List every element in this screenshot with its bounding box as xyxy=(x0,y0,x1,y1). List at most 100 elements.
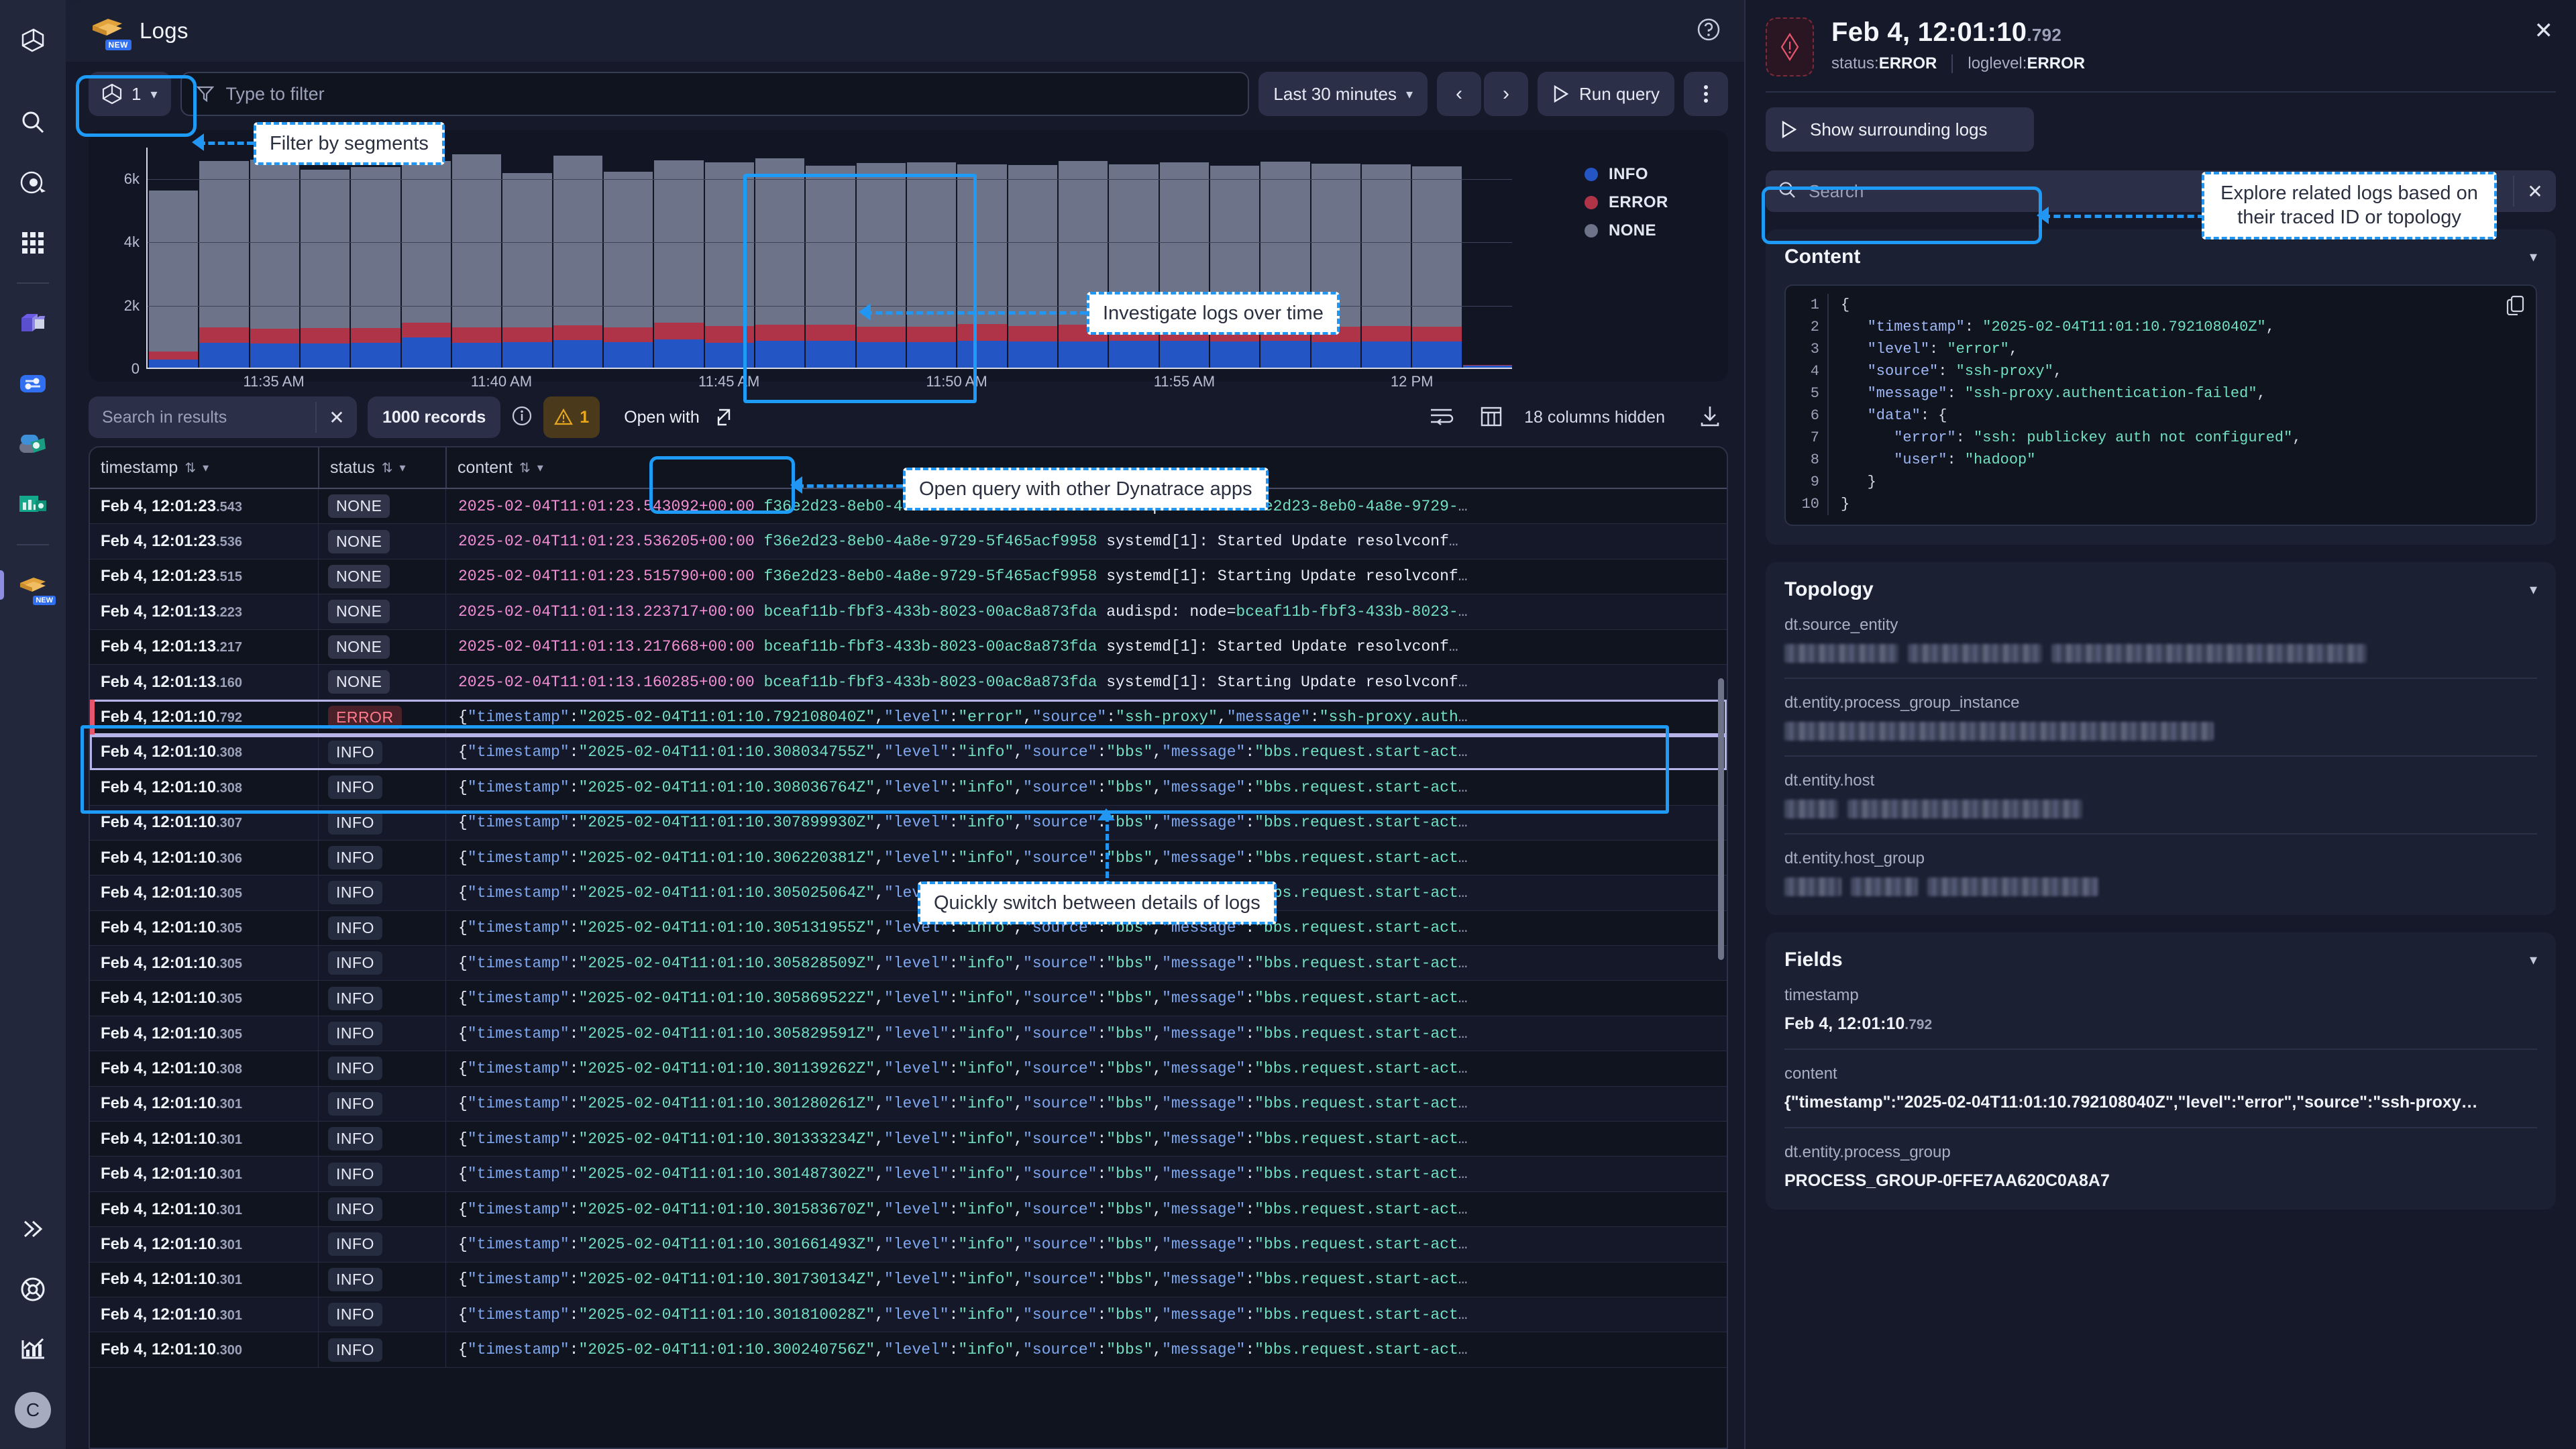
table-row[interactable]: Feb 4, 12:01:23.536 NONE 2025-02-04T11:01:… xyxy=(90,524,1727,559)
help-circle-icon[interactable] xyxy=(1696,17,1721,46)
topology-row[interactable]: dt.source_entity xyxy=(1784,601,2537,663)
table-row[interactable]: Feb 4, 12:01:23.515 NONE 2025-02-04T11:01:… xyxy=(90,559,1727,595)
table-row[interactable]: Feb 4, 12:01:10.301 INFO {"timestamp": "202… xyxy=(90,1122,1727,1157)
download-icon[interactable] xyxy=(1699,405,1721,431)
chart-bar[interactable] xyxy=(957,164,1007,368)
field-row[interactable]: dt.entity.process_group PROCESS_GROUP-0FF… xyxy=(1784,1127,2537,1191)
topology-section-header[interactable]: Topology ▾ xyxy=(1784,578,2537,601)
chart-bar[interactable] xyxy=(1109,164,1159,368)
distributed-tracing-app-icon[interactable] xyxy=(11,362,54,405)
table-row[interactable]: Feb 4, 12:01:10.305 INFO{"timestamp": "202… xyxy=(90,946,1727,981)
topology-row[interactable]: dt.entity.host xyxy=(1784,755,2537,818)
chart-bar[interactable] xyxy=(1462,364,1512,368)
chevron-down-icon[interactable]: ▾ xyxy=(537,461,543,475)
copy-icon[interactable] xyxy=(2506,295,2525,320)
chevron-down-icon[interactable]: ▾ xyxy=(399,461,405,475)
show-surrounding-logs-button[interactable]: Show surrounding logs xyxy=(1766,107,2034,152)
timeframe-prev-button[interactable]: ‹ xyxy=(1437,72,1482,116)
apps-grid-icon[interactable] xyxy=(11,221,54,264)
chart-bar[interactable] xyxy=(1210,166,1260,368)
topology-row[interactable]: dt.entity.process_group_instance xyxy=(1784,678,2537,741)
kubernetes-app-icon[interactable] xyxy=(11,302,54,345)
table-row[interactable]: Feb 4, 12:01:10.305 INFO{"timestamp": "202… xyxy=(90,910,1727,947)
table-row[interactable]: Feb 4, 12:01:10.792 ERROR {"timestamp": "20… xyxy=(90,700,1727,735)
clear-detail-search-icon[interactable]: ✕ xyxy=(2513,176,2556,207)
table-row[interactable]: Feb 4, 12:01:10.308 INFO {"timestamp": "202… xyxy=(90,770,1727,806)
fields-section-header[interactable]: Fields ▾ xyxy=(1784,949,2537,971)
chevron-down-icon[interactable]: ▾ xyxy=(203,461,209,475)
chart-bar[interactable] xyxy=(401,160,451,368)
segment-filter-button[interactable]: 1 ▾ xyxy=(89,72,171,116)
chart-bar[interactable] xyxy=(451,154,502,368)
chevron-down-icon[interactable]: ▾ xyxy=(2530,951,2537,969)
table-row[interactable]: Feb 4, 12:01:10.301 INFO {"timestamp": "202… xyxy=(90,1262,1727,1297)
search-in-results-input[interactable]: Search in results ✕ xyxy=(89,396,357,438)
table-scrollbar[interactable] xyxy=(1718,490,1724,1445)
table-row[interactable]: Feb 4, 12:01:10.306 INFO {"timestamp": "202… xyxy=(90,840,1727,876)
table-row[interactable]: Feb 4, 12:01:13.223 NONE 2025-02-04T11:01:… xyxy=(90,594,1727,630)
log-histogram-chart[interactable]: 0 2k 4k 6k 11:35 AM 11:40 AM 11:45 AM 11:50 AM… xyxy=(89,130,1728,390)
table-scrollbar-thumb[interactable] xyxy=(1718,678,1724,960)
chart-bar[interactable] xyxy=(856,163,906,368)
analytics-icon[interactable] xyxy=(11,1328,54,1371)
legend-item[interactable]: NONE xyxy=(1585,221,1728,240)
sidebar-item-logs[interactable]: NEW xyxy=(0,564,56,606)
content-section-header[interactable]: Content ▾ xyxy=(1784,246,2537,268)
chart-bar[interactable] xyxy=(1311,164,1360,368)
support-icon[interactable] xyxy=(11,1268,54,1311)
detail-scroll-area[interactable]: Content ▾ 1 2 3 4 5 6 7 8 9 10 { "timestamp": "20… xyxy=(1746,212,2576,1449)
sort-icon[interactable]: ⇅ xyxy=(184,460,196,476)
chart-bar[interactable] xyxy=(149,191,199,368)
info-circle-icon[interactable] xyxy=(511,405,533,430)
table-row[interactable]: Feb 4, 12:01:10.305 INFO{"timestamp": "202… xyxy=(90,981,1727,1016)
table-row[interactable]: Feb 4, 12:01:10.300 INFO {"timestamp": "202… xyxy=(90,1332,1727,1368)
warning-badge[interactable]: 1 xyxy=(543,396,600,438)
topology-row[interactable]: dt.entity.host_group xyxy=(1784,833,2537,896)
chart-bar[interactable] xyxy=(553,155,602,368)
columns-hidden-label[interactable]: 18 columns hidden xyxy=(1524,408,1665,427)
field-row[interactable]: content {"timestamp":"2025-02-04T11:01:10… xyxy=(1784,1049,2537,1112)
chart-bar[interactable] xyxy=(806,165,855,368)
table-row[interactable]: Feb 4, 12:01:13.160 NONE 2025-02-04T11:01:… xyxy=(90,664,1727,700)
chart-bar[interactable] xyxy=(654,160,704,368)
chart-bar[interactable] xyxy=(755,158,805,368)
legend-item[interactable]: ERROR xyxy=(1585,193,1728,212)
table-row[interactable]: Feb 4, 12:01:10.305 INFO{"timestamp": "202… xyxy=(90,875,1727,911)
sort-icon[interactable]: ⇅ xyxy=(382,460,393,476)
avatar[interactable]: C xyxy=(11,1389,54,1432)
close-panel-icon[interactable]: ✕ xyxy=(2534,17,2557,76)
chart-bar[interactable] xyxy=(906,162,957,368)
table-row[interactable]: Feb 4, 12:01:10.308 INFO {"timestamp": "202… xyxy=(90,735,1727,771)
chart-bar[interactable] xyxy=(704,162,754,368)
chart-bar[interactable] xyxy=(1058,160,1108,368)
dynatrace-logo-icon[interactable] xyxy=(11,18,54,61)
chart-bar[interactable] xyxy=(1361,164,1411,368)
chevron-down-icon[interactable]: ▾ xyxy=(2530,581,2537,598)
chart-bar[interactable] xyxy=(1260,162,1310,368)
open-with-button[interactable]: Open with xyxy=(610,396,745,438)
chart-bar[interactable] xyxy=(250,160,299,368)
table-row[interactable]: Feb 4, 12:01:10.307 INFO {"timestamp": "202… xyxy=(90,805,1727,841)
search-icon[interactable] xyxy=(11,101,54,144)
table-row[interactable]: Feb 4, 12:01:10.301 INFO {"timestamp": "202… xyxy=(90,1086,1727,1122)
timeframe-selector[interactable]: Last 30 minutes ▾ xyxy=(1258,72,1428,116)
wrap-lines-icon[interactable] xyxy=(1429,406,1454,429)
filter-input[interactable]: Type to filter xyxy=(180,72,1250,116)
run-query-button[interactable]: Run query xyxy=(1538,72,1674,116)
chart-bar[interactable] xyxy=(199,160,249,368)
clear-search-icon[interactable]: ✕ xyxy=(315,402,357,433)
chart-bar[interactable] xyxy=(502,173,552,368)
chart-bar[interactable] xyxy=(300,169,350,368)
table-row[interactable]: Feb 4, 12:01:10.305 INFO{"timestamp": "202… xyxy=(90,1016,1727,1052)
table-row[interactable]: Feb 4, 12:01:10.301 INFO {"timestamp": "202… xyxy=(90,1227,1727,1263)
content-json-viewer[interactable]: 1 2 3 4 5 6 7 8 9 10 { "timestamp": "2025-02-04T1… xyxy=(1784,284,2537,526)
more-actions-button[interactable] xyxy=(1684,72,1728,116)
table-row[interactable]: Feb 4, 12:01:10.301 INFO {"timestamp": "202… xyxy=(90,1157,1727,1192)
table-row[interactable]: Feb 4, 12:01:13.217 NONE 2025-02-04T11:01:… xyxy=(90,629,1727,665)
chart-bar[interactable] xyxy=(1008,165,1057,368)
table-row[interactable]: Feb 4, 12:01:10.301 INFO {"timestamp": "202… xyxy=(90,1297,1727,1333)
davis-ai-icon[interactable] xyxy=(11,161,54,204)
table-columns-icon[interactable] xyxy=(1480,405,1503,431)
dashboards-app-icon[interactable] xyxy=(11,483,54,526)
chart-bar[interactable] xyxy=(1412,166,1462,368)
